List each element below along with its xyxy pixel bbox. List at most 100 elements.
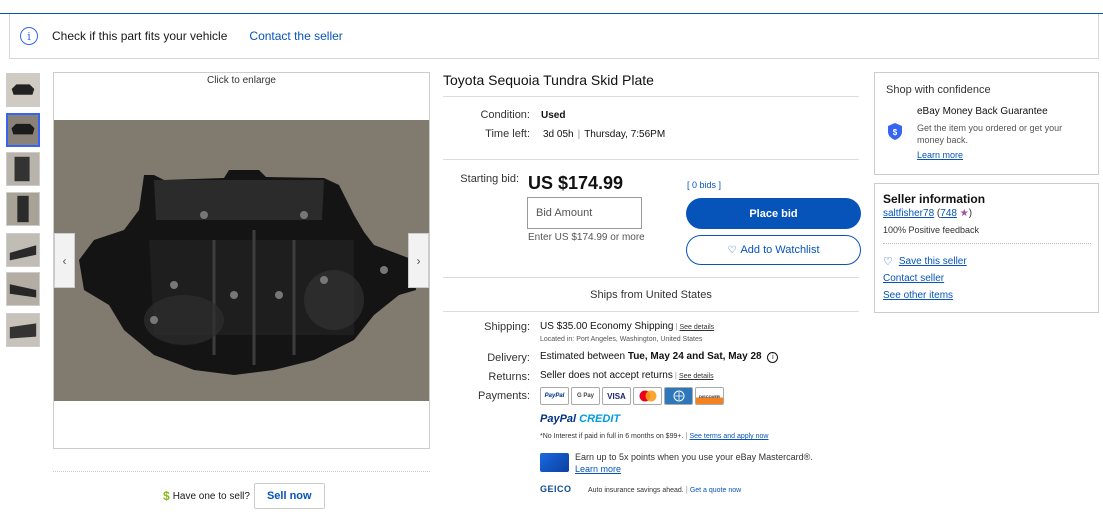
previous-image-button[interactable]: ‹ <box>54 233 75 288</box>
click-to-enlarge-label: Click to enlarge <box>207 75 276 86</box>
divider <box>883 243 1091 244</box>
mastercard-promo: Earn up to 5x points when you use your e… <box>575 451 813 475</box>
main-image-container[interactable]: Click to enlarge ‹ › <box>53 72 430 449</box>
separator: | <box>685 431 688 440</box>
discover-icon: DISCOVER <box>695 387 724 405</box>
time-left-value: 3d 05h | Thursday, 7:56PM <box>543 129 665 140</box>
heart-icon: ♡ <box>727 244 737 256</box>
seller-name-link[interactable]: saltfisher78 <box>883 208 934 219</box>
price: US $174.99 <box>528 173 624 193</box>
paypal-icon: PayPal <box>540 387 569 405</box>
geico-logo: GEICO <box>540 484 572 494</box>
mastercard-promo-text: Earn up to 5x points when you use your e… <box>575 452 813 462</box>
geico-quote-link[interactable]: Get a quote now <box>690 487 741 494</box>
bid-amount-input[interactable]: Bid Amount <box>527 197 642 229</box>
thumbnail[interactable] <box>6 152 40 186</box>
seller-information-panel: Seller information saltfisher78 (748 ★) … <box>874 183 1099 313</box>
watchlist-label: Add to Watchlist <box>740 244 820 256</box>
time-remaining: 3d 05h <box>543 129 574 140</box>
thumbnail[interactable] <box>6 233 40 267</box>
condition-value: Used <box>541 110 566 121</box>
starting-bid-label: Starting bid: <box>460 173 519 185</box>
mastercard-learn-more-link[interactable]: Learn more <box>575 463 813 475</box>
shipping-see-details-link[interactable]: See details <box>680 324 715 331</box>
seller-title: Seller information <box>883 192 986 206</box>
chevron-left-icon: ‹ <box>62 253 67 268</box>
payment-methods: PayPal G Pay VISA DISCOVER <box>540 387 724 405</box>
seller-name-row: saltfisher78 (748 ★) <box>883 208 972 219</box>
thumbnail[interactable] <box>6 272 40 306</box>
next-image-button[interactable]: › <box>408 233 429 288</box>
have-one-to-sell-text: Have one to sell? <box>172 490 250 502</box>
place-bid-button[interactable]: Place bid <box>686 198 861 229</box>
see-other-items-link[interactable]: See other items <box>883 290 953 301</box>
contact-seller-link[interactable]: Contact seller <box>883 273 944 284</box>
ships-from: Ships from United States <box>590 289 712 301</box>
separator: | <box>675 322 678 331</box>
divider <box>443 277 859 278</box>
shipping-cost: US $35.00 Economy Shipping <box>540 321 674 332</box>
see-terms-link[interactable]: See terms and apply now <box>689 433 768 440</box>
returns-text: Seller does not accept returns <box>540 370 673 381</box>
contact-seller-link[interactable]: Contact the seller <box>249 29 342 43</box>
product-photo[interactable] <box>54 120 429 401</box>
info-icon: i <box>20 27 38 45</box>
bids-count-link[interactable]: [ 0 bids ] <box>687 180 721 190</box>
dollar-icon: $ <box>163 489 170 503</box>
delivery-label: Delivery: <box>487 352 530 364</box>
visa-icon: VISA <box>602 387 631 405</box>
ebay-mastercard-icon <box>540 453 569 472</box>
thumbnail[interactable] <box>6 192 40 226</box>
shop-with-confidence-panel: Shop with confidence $ eBay Money Back G… <box>874 72 1099 175</box>
payments-label: Payments: <box>478 390 530 402</box>
delivery-prefix: Estimated between <box>540 351 628 362</box>
shipping-label: Shipping: <box>484 321 530 333</box>
info-icon[interactable]: i <box>767 352 779 363</box>
save-seller-link[interactable]: Save this seller <box>899 256 967 267</box>
divider <box>443 311 859 312</box>
thumbnail-selected[interactable] <box>6 113 40 147</box>
positive-feedback: 100% Positive feedback <box>883 225 980 235</box>
heart-icon: ♡ <box>883 256 893 268</box>
paypal-text: PayPal <box>540 413 577 425</box>
learn-more-link[interactable]: Learn more <box>917 150 963 160</box>
fitment-banner: i Check if this part fits your vehicle C… <box>9 14 1099 59</box>
paypal-credit-logo: PayPal CREDIT <box>540 413 620 425</box>
amex-icon <box>664 387 693 405</box>
add-to-watchlist-button[interactable]: ♡ Add to Watchlist <box>686 235 861 265</box>
separator: | <box>674 371 677 380</box>
panel-title: Shop with confidence <box>886 84 991 96</box>
feedback-score[interactable]: 748 <box>940 208 957 219</box>
money-back-description: Get the item you ordered or get your mon… <box>917 123 1063 145</box>
shield-icon: $ <box>888 123 902 140</box>
condition-label: Condition: <box>480 109 530 121</box>
returns-see-details-link[interactable]: See details <box>679 373 714 380</box>
divider <box>53 471 430 472</box>
google-pay-icon: G Pay <box>571 387 600 405</box>
check-fit-link[interactable]: Check if this part fits your vehicle <box>52 29 227 43</box>
svg-text:$: $ <box>893 128 898 137</box>
credit-note-text: *No Interest if paid in full in 6 months… <box>540 433 684 440</box>
money-back-title: eBay Money Back Guarantee <box>917 106 1048 117</box>
credit-text: CREDIT <box>579 413 621 425</box>
auction-end-time: Thursday, 7:56PM <box>584 129 666 140</box>
seller-score[interactable]: (748 ★) <box>937 208 972 219</box>
mastercard-icon <box>633 387 662 405</box>
divider <box>443 96 859 97</box>
thumbnail[interactable] <box>6 73 40 107</box>
separator: | <box>685 485 688 494</box>
item-location: Located in: Port Angeles, Washington, Un… <box>540 336 703 343</box>
sell-now-button[interactable]: Sell now <box>253 483 325 509</box>
credit-note: *No Interest if paid in full in 6 months… <box>540 431 768 440</box>
thumbnail[interactable] <box>6 313 40 347</box>
divider <box>443 159 859 160</box>
returns-value: Seller does not accept returns | See detai… <box>540 370 714 381</box>
shipping-value-row: US $35.00 Economy Shipping | See details <box>540 321 714 332</box>
delivery-value: Estimated between Tue, May 24 and Sat, M… <box>540 351 779 363</box>
save-seller-row[interactable]: ♡ Save this seller <box>883 255 967 268</box>
geico-promo-text: Auto insurance savings ahead. <box>588 487 684 494</box>
sell-prompt: $ Have one to sell? Sell now <box>163 483 325 509</box>
star-icon: ★ <box>959 208 969 219</box>
time-left-label: Time left: <box>485 128 530 140</box>
separator: | <box>577 129 581 140</box>
